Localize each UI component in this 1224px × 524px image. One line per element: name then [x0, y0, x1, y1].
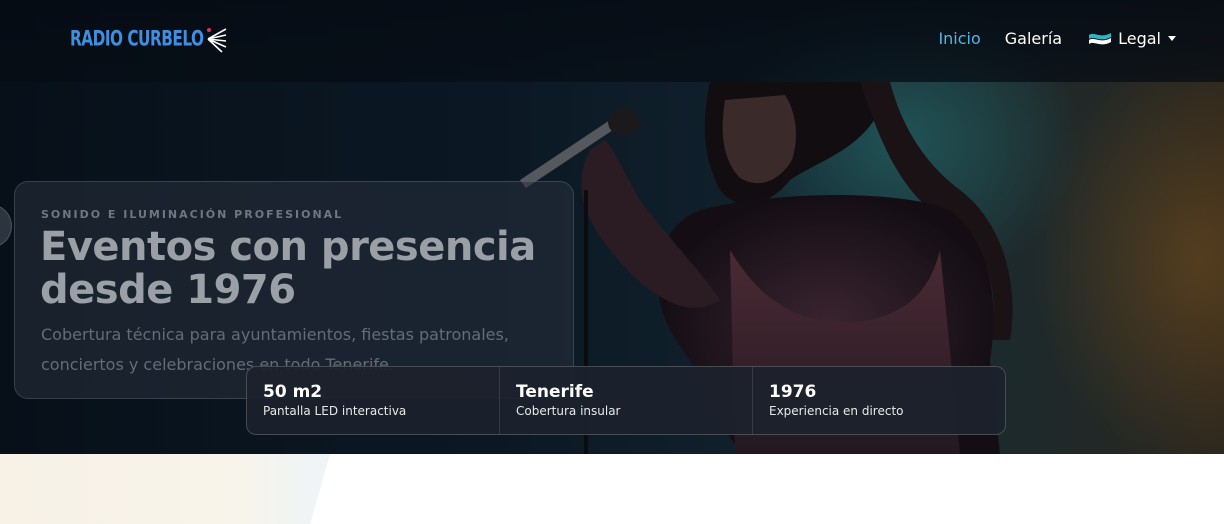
legal-wave-icon — [1089, 32, 1112, 44]
stat-value: Tenerife — [516, 382, 594, 402]
hero-eyebrow: SONIDO E ILUMINACIÓN PROFESIONAL — [41, 208, 344, 221]
logo[interactable]: RADIO CURBELO — [70, 22, 228, 56]
nav-dropdown-legal[interactable]: Legal — [1088, 29, 1176, 48]
stats-bar: 50 m2 Pantalla LED interactiva Tenerife … — [246, 366, 1006, 435]
stat-label: Cobertura insular — [516, 404, 621, 418]
stat-value: 50 m2 — [263, 382, 323, 402]
decorative-shape — [0, 454, 330, 524]
main-nav: Inicio Galería Legal — [914, 29, 1176, 48]
logo-text: RADIO CURBELO — [70, 26, 204, 52]
nav-link-galeria[interactable]: Galería — [1005, 29, 1062, 48]
hero-title: Eventos con presencia desde 1976 — [40, 224, 536, 313]
next-section — [0, 454, 1224, 524]
stat-item: 50 m2 Pantalla LED interactiva — [247, 367, 500, 434]
stat-label: Experiencia en directo — [769, 404, 904, 418]
nav-legal-label: Legal — [1118, 29, 1161, 48]
broadcast-waves-icon — [207, 28, 227, 53]
stat-item: Tenerife Cobertura insular — [500, 367, 753, 434]
chevron-down-icon — [1168, 36, 1176, 41]
nav-link-inicio[interactable]: Inicio — [938, 29, 980, 48]
navbar: RADIO CURBELO Inicio Galería Legal — [0, 0, 1224, 82]
stat-value: 1976 — [769, 382, 817, 402]
stat-label: Pantalla LED interactiva — [263, 404, 407, 418]
stat-item: 1976 Experiencia en directo — [753, 367, 1005, 434]
